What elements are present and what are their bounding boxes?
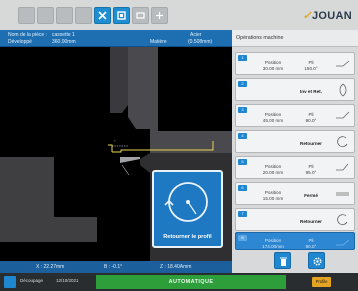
jouan-logo: ✓JOUAN — [302, 10, 352, 22]
operation-number: 2 — [238, 81, 247, 87]
bend-angle-icon — [336, 239, 350, 246]
flip-profile-icon — [164, 182, 208, 222]
automatic-mode-button[interactable]: AUTOMATIQUE — [96, 275, 286, 289]
closed-bend-icon — [336, 192, 349, 196]
panel-actions — [232, 250, 358, 273]
profile-badge[interactable]: Profile — [312, 277, 331, 287]
lower-beam — [0, 157, 97, 242]
settings-tool-icon[interactable] — [151, 7, 168, 24]
operations-title: Opérations machine — [236, 35, 284, 41]
home-icon[interactable] — [4, 276, 16, 288]
operations-header: Opérations machine — [232, 30, 358, 47]
delete-button[interactable] — [274, 252, 291, 269]
bend-tool-icon[interactable] — [113, 7, 130, 24]
trash-icon — [280, 257, 287, 266]
coord-z: Z : 18.40Amm — [160, 264, 192, 270]
status-bar: Découpage 12/10/2021 AUTOMATIQUE Profile — [0, 273, 358, 291]
coordinates-bar: X : 22.27mm B : -0.1° Z : 18.40Amm — [0, 261, 232, 273]
upper-tool — [110, 47, 232, 153]
bend-angle-icon — [336, 60, 350, 67]
operation-row[interactable]: 3 Position 45.00 mm Pli 90.0° — [235, 104, 355, 127]
developed-label: Développé — [8, 39, 32, 45]
part-name-label: Nom de la pièce : — [8, 32, 47, 38]
part-info-bar: Nom de la pièce : cassette 1 Développé 3… — [0, 30, 232, 47]
operation-row[interactable]: 2 Inv et Ret. — [235, 78, 355, 101]
blade — [120, 157, 140, 163]
settings-button[interactable] — [308, 252, 325, 269]
tool-icon-4[interactable] — [75, 7, 92, 24]
cross-tool-icon[interactable] — [94, 7, 111, 24]
material-thickness: (0.508mm) — [188, 39, 213, 45]
top-toolbar: ✓JOUAN — [0, 0, 358, 30]
operations-panel: Opérations machine 1 Position 30.00 mm P… — [232, 30, 358, 273]
operation-number: 4 — [238, 133, 247, 139]
rotate-icon — [337, 214, 348, 226]
operation-row-selected[interactable]: 8 Position 174.00mm Pli 90.0° — [235, 232, 355, 250]
part-name-value: cassette 1 — [52, 32, 75, 38]
operation-number: 8 — [238, 235, 247, 241]
tool-icon-2[interactable] — [37, 7, 54, 24]
developed-value: 360.00mm — [52, 39, 76, 45]
operation-row[interactable]: 4 Retourner — [235, 130, 355, 153]
svg-text:◦: ◦ — [114, 138, 116, 143]
operation-number: 6 — [238, 185, 247, 191]
operation-number: 1 — [238, 55, 247, 61]
gear-icon — [313, 257, 322, 266]
coord-b: B : -0.1° — [104, 264, 123, 270]
operation-number: 7 — [238, 211, 247, 217]
rotate-icon — [337, 136, 348, 148]
flip-profile-label: Retourner le profil — [163, 234, 212, 240]
upper-tool-edge — [110, 47, 128, 113]
status-date: 12/10/2021 — [56, 278, 79, 283]
coord-x: X : 22.27mm — [36, 264, 65, 270]
tool-icon-3[interactable] — [56, 7, 73, 24]
operation-number: 5 — [238, 159, 247, 165]
square-tool-icon[interactable] — [132, 7, 149, 24]
pointer-line — [121, 164, 130, 176]
operation-row[interactable]: 5 Position 20.00 mm Pli 95.0° — [235, 156, 355, 179]
bend-angle-icon — [336, 163, 349, 171]
operation-number: 3 — [238, 107, 247, 113]
mode-label: Découpage — [20, 278, 44, 283]
material-name: Acier — [190, 32, 202, 38]
operation-row[interactable]: 6 Position 15.00 mm Fermé — [235, 182, 355, 205]
operation-row[interactable]: 1 Position 30.00 mm Pli 150.0° — [235, 52, 355, 75]
operation-row[interactable]: 7 Retourner — [235, 208, 355, 231]
tool-icon-1[interactable] — [18, 7, 35, 24]
invert-return-icon — [339, 83, 347, 97]
material-label: Matière — [150, 39, 167, 45]
flip-profile-popup[interactable]: Retourner le profil — [152, 170, 223, 248]
bend-angle-icon — [336, 111, 350, 119]
